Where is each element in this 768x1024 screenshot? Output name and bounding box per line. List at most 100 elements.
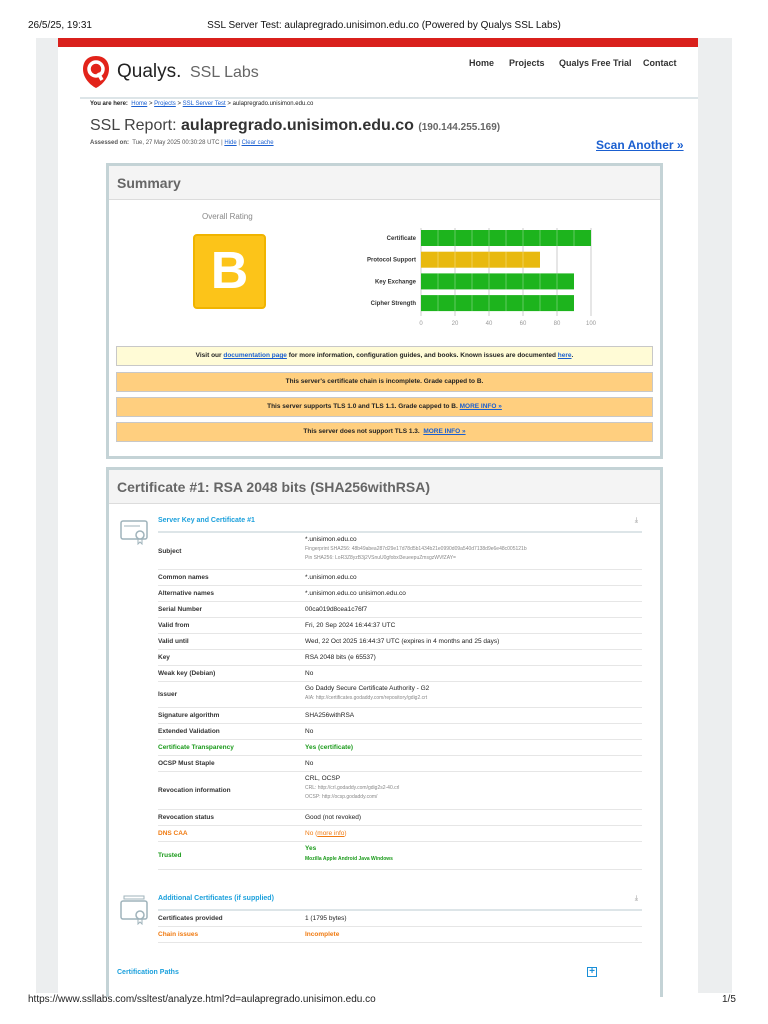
grade-badge: B bbox=[193, 234, 266, 309]
x-tick-label: 40 bbox=[486, 321, 493, 327]
row-value-cell: *.unisimon.edu.co Fingerprint SHA256: 48b… bbox=[305, 536, 527, 561]
table-row: Certificate Transparency Yes (certificate… bbox=[158, 740, 642, 756]
row-label: Trusted bbox=[158, 852, 182, 859]
row-value: Incomplete bbox=[305, 931, 340, 938]
category-label: Cipher Strength bbox=[371, 301, 417, 307]
hide-link[interactable]: Hide bbox=[224, 140, 236, 146]
row-label: Revocation information bbox=[158, 787, 231, 794]
row-value: Good (not revoked) bbox=[305, 814, 362, 821]
row-label: Certificate Transparency bbox=[158, 744, 234, 751]
logo-product: SSL Labs bbox=[190, 64, 259, 81]
row-label: Issuer bbox=[158, 691, 178, 698]
print-title: SSL Server Test: aulapregrado.unisimon.e… bbox=[207, 20, 561, 31]
table-row: Alternative names *.unisimon.edu.co unisi… bbox=[158, 586, 642, 602]
table-row: Trusted Yes Mozilla Apple Android Java Win… bbox=[158, 842, 642, 870]
nav-projects[interactable]: Projects bbox=[509, 58, 545, 68]
certification-paths-title[interactable]: Certification Paths bbox=[117, 969, 179, 976]
row-subvalue: CRL: http://crl.godaddy.com/gdig2s2-40.c… bbox=[305, 785, 400, 791]
row-label: Key bbox=[158, 654, 170, 661]
overall-rating-label: Overall Rating bbox=[202, 212, 253, 221]
table-row: Key RSA 2048 bits (e 65537) bbox=[158, 650, 642, 666]
breadcrumb-projects[interactable]: Projects bbox=[154, 101, 176, 107]
warning-text: This server does not support TLS 1.3. bbox=[303, 428, 420, 435]
certificate-title: Certificate #1: RSA 2048 bits (SHA256wit… bbox=[109, 470, 660, 504]
row-value: No bbox=[305, 760, 314, 767]
row-value-cell: No bbox=[305, 670, 313, 677]
warning-tls13: This server does not support TLS 1.3. MO… bbox=[116, 422, 653, 442]
breadcrumb-current: aulapregrado.unisimon.edu.co bbox=[232, 101, 314, 107]
more-info-link[interactable]: MORE INFO » bbox=[460, 403, 502, 410]
category-label: Protocol Support bbox=[367, 258, 416, 264]
x-tick-label: 100 bbox=[586, 321, 597, 327]
row-value-cell: 00ca019d8cea1c76f7 bbox=[305, 606, 367, 613]
row-label: Subject bbox=[158, 548, 182, 555]
qualys-logo[interactable] bbox=[82, 55, 110, 94]
nav-contact[interactable]: Contact bbox=[643, 58, 677, 68]
row-label: Signature algorithm bbox=[158, 712, 220, 719]
more-info-link[interactable]: more info bbox=[317, 830, 344, 837]
download-icon[interactable]: ⤓ bbox=[635, 517, 638, 525]
download-icon[interactable]: ⤓ bbox=[635, 895, 638, 903]
expand-plus-icon[interactable]: + bbox=[587, 967, 597, 977]
row-value: Wed, 22 Oct 2025 16:44:37 UTC (expires i… bbox=[305, 638, 500, 645]
warning-chain: This server's certificate chain is incom… bbox=[116, 372, 653, 392]
row-value-cell: SHA256withRSA bbox=[305, 712, 354, 719]
row-value-cell: No bbox=[305, 760, 313, 767]
documentation-link[interactable]: documentation page bbox=[223, 352, 287, 359]
row-label: Serial Number bbox=[158, 606, 203, 613]
row-value: *.unisimon.edu.co unisimon.edu.co bbox=[305, 590, 406, 597]
assessed-date: Tue, 27 May 2025 00:30:28 UTC | bbox=[132, 140, 223, 146]
warning-tls10: This server supports TLS 1.0 and TLS 1.1… bbox=[116, 397, 653, 417]
row-value: 1 (1795 bytes) bbox=[305, 915, 347, 922]
doc-notice: Visit our documentation page for more in… bbox=[116, 346, 653, 366]
more-info-link[interactable]: MORE INFO » bbox=[423, 428, 465, 435]
row-subvalue: Pin SHA256: LoR3Z8yzB3j2VSnuU0gfobxl3eue… bbox=[305, 555, 456, 561]
title-ip: (190.144.255.169) bbox=[418, 122, 501, 133]
table-row: OCSP Must Staple No bbox=[158, 756, 642, 772]
warning-text: This server's certificate chain is incom… bbox=[285, 378, 484, 385]
breadcrumb-sep: > bbox=[177, 101, 181, 107]
breadcrumb-sep: > bbox=[148, 101, 153, 107]
row-label: Certificates provided bbox=[158, 915, 223, 922]
table-row: Valid from Fri, 20 Sep 2024 16:44:37 UTC bbox=[158, 618, 642, 634]
x-tick-label: 60 bbox=[520, 321, 527, 327]
table-row: Revocation status Good (not revoked) bbox=[158, 810, 642, 826]
row-value-cell: RSA 2048 bits (e 65537) bbox=[305, 654, 376, 661]
row-value-cell: Wed, 22 Oct 2025 16:44:37 UTC (expires i… bbox=[305, 638, 499, 645]
breadcrumb-ssl-test[interactable]: SSL Server Test bbox=[183, 101, 226, 107]
bar-cipher-strength bbox=[421, 295, 574, 312]
trust-stores: Mozilla Apple Android Java Windows bbox=[305, 856, 393, 862]
notice-text: Visit our bbox=[195, 352, 224, 359]
assessed-label: Assessed on: bbox=[90, 140, 130, 146]
summary-title: Summary bbox=[109, 166, 660, 200]
category-label: Key Exchange bbox=[375, 279, 417, 285]
breadcrumb: You are here: Home > Projects > SSL Serv… bbox=[90, 101, 313, 107]
section-title-text: Additional Certificates (if supplied) bbox=[158, 895, 274, 902]
nav-home[interactable]: Home bbox=[469, 58, 494, 68]
row-value: No ( bbox=[305, 830, 318, 837]
known-issues-link[interactable]: here bbox=[558, 352, 572, 359]
breadcrumb-home[interactable]: Home bbox=[131, 101, 147, 107]
row-value: *.unisimon.edu.co bbox=[305, 574, 357, 581]
x-tick-label: 20 bbox=[452, 321, 459, 327]
table-row: Extended Validation No bbox=[158, 724, 642, 740]
row-value: 00ca019d8cea1c76f7 bbox=[305, 606, 368, 613]
row-label: Alternative names bbox=[158, 590, 214, 597]
certificate-icon bbox=[120, 520, 148, 545]
clear-cache-link[interactable]: Clear cache bbox=[242, 140, 274, 146]
row-subvalue: OCSP: http://ocsp.godaddy.com/ bbox=[305, 794, 378, 800]
row-label: Common names bbox=[158, 574, 209, 581]
section-title-text: Server Key and Certificate #1 bbox=[158, 517, 255, 524]
row-value: No bbox=[305, 670, 314, 677]
nav-free-trial[interactable]: Qualys Free Trial bbox=[559, 58, 632, 68]
breadcrumb-sep: > bbox=[227, 101, 231, 107]
row-label: OCSP Must Staple bbox=[158, 760, 215, 767]
scan-another-link[interactable]: Scan Another » bbox=[596, 138, 684, 152]
row-value: RSA 2048 bits (e 65537) bbox=[305, 654, 376, 661]
additional-certs-section-title: Additional Certificates (if supplied) ⤓ bbox=[158, 895, 642, 911]
row-value: Go Daddy Secure Certificate Authority - … bbox=[305, 685, 430, 692]
top-red-bar bbox=[58, 38, 698, 47]
row-value-cell: Yes (certificate) bbox=[305, 744, 353, 751]
row-value: *.unisimon.edu.co bbox=[305, 536, 357, 543]
breadcrumb-prefix: You are here: bbox=[90, 101, 128, 107]
